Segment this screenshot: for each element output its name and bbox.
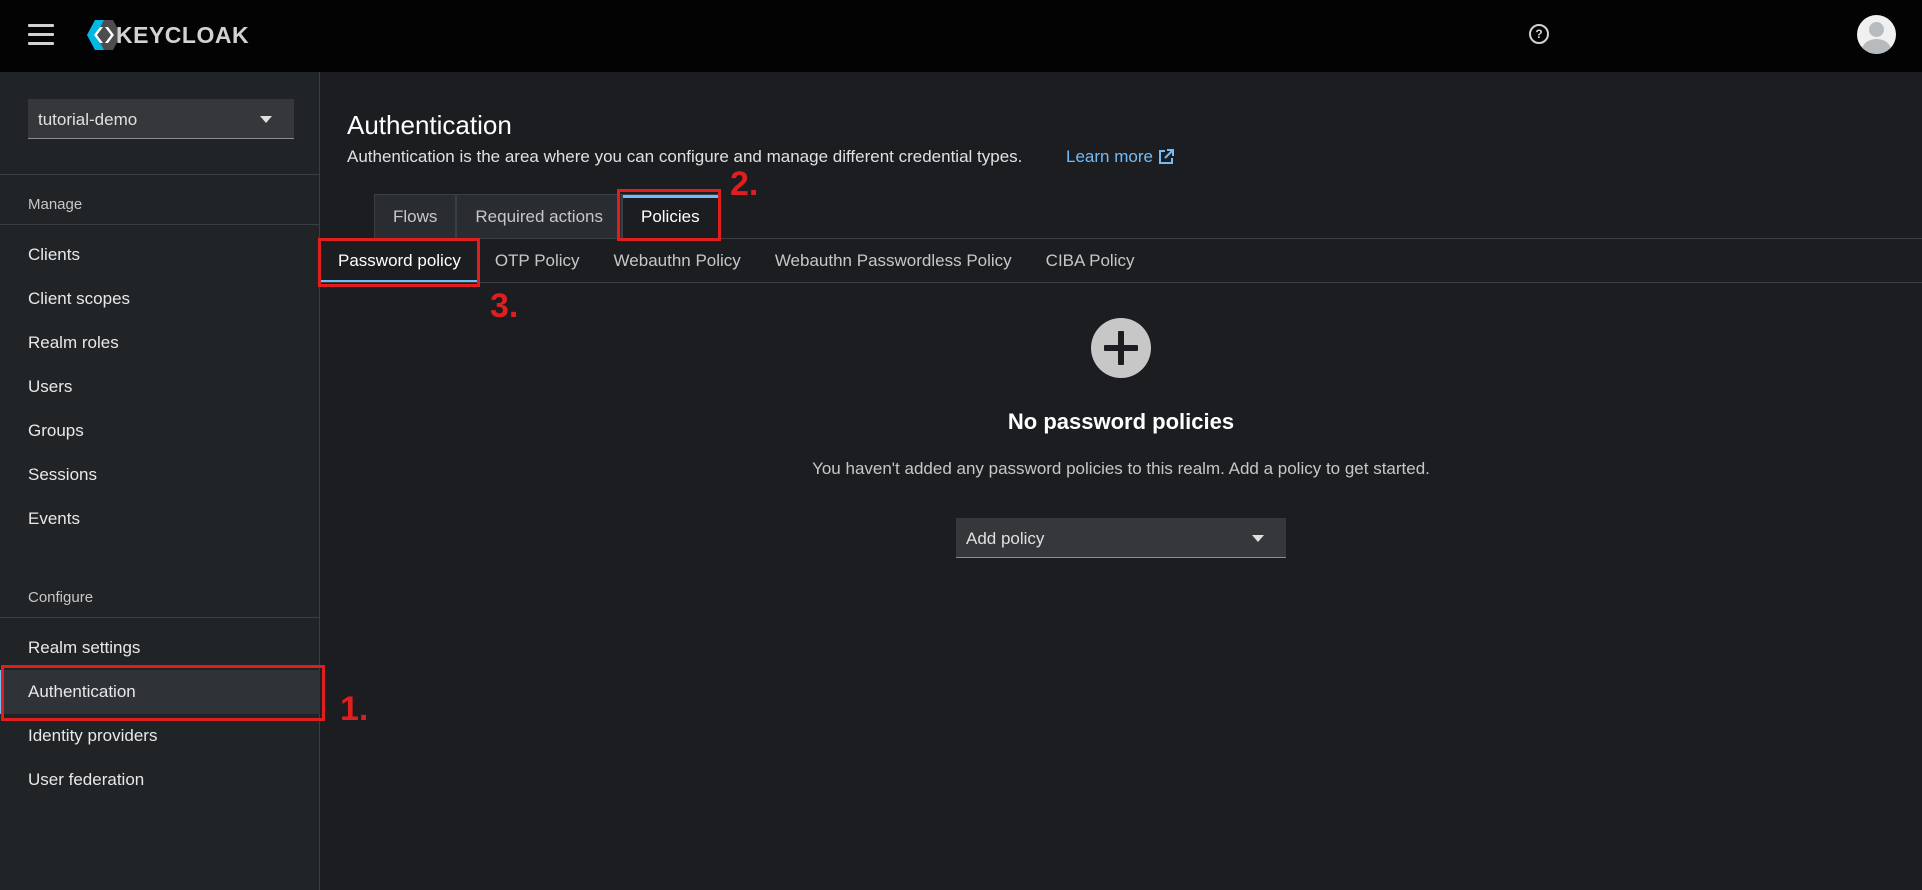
sidebar-item-label: Clients bbox=[28, 245, 80, 264]
page-description: Authentication is the area where you can… bbox=[347, 147, 1023, 166]
add-circle-icon bbox=[1091, 318, 1151, 378]
subtab-password-policy[interactable]: Password policy bbox=[321, 239, 478, 283]
sidebar-item-realm-roles[interactable]: Realm roles bbox=[0, 321, 320, 365]
sidebar-item-users[interactable]: Users bbox=[0, 365, 320, 409]
sidebar-divider bbox=[0, 174, 320, 175]
subtabs: Password policy OTP Policy Webauthn Poli… bbox=[321, 239, 1151, 283]
sidebar-item-label: Identity providers bbox=[28, 726, 158, 745]
annotation-number-2: 2. bbox=[730, 165, 759, 203]
masthead: KEYCLOAK ? bbox=[0, 0, 1922, 72]
user-avatar[interactable] bbox=[1857, 15, 1896, 54]
sidebar-item-label: Realm settings bbox=[28, 638, 141, 657]
tab-policies[interactable]: Policies bbox=[621, 194, 719, 238]
sidebar-item-realm-settings[interactable]: Realm settings bbox=[0, 626, 320, 670]
sidebar-item-identity-providers[interactable]: Identity providers bbox=[0, 714, 320, 758]
sidebar-item-groups[interactable]: Groups bbox=[0, 409, 320, 453]
tab-flows[interactable]: Flows bbox=[374, 194, 457, 238]
subtab-webauthn-passwordless-policy[interactable]: Webauthn Passwordless Policy bbox=[758, 239, 1029, 283]
subtab-otp-policy[interactable]: OTP Policy bbox=[478, 239, 597, 283]
subtab-webauthn-policy[interactable]: Webauthn Policy bbox=[597, 239, 758, 283]
sidebar-item-label: Groups bbox=[28, 421, 84, 440]
sidebar-divider bbox=[0, 224, 320, 225]
sidebar-divider bbox=[0, 617, 320, 618]
sidebar-item-user-federation[interactable]: User federation bbox=[0, 758, 320, 802]
add-policy-select[interactable]: Add policy bbox=[956, 518, 1286, 558]
sidebar-item-label: Users bbox=[28, 377, 73, 396]
sidebar-item-clients[interactable]: Clients bbox=[0, 233, 320, 277]
add-policy-label: Add policy bbox=[966, 529, 1045, 548]
subtabs-divider bbox=[321, 282, 1922, 283]
help-icon[interactable]: ? bbox=[1529, 24, 1549, 44]
sidebar-item-label: Events bbox=[28, 509, 80, 528]
hamburger-menu-icon[interactable] bbox=[28, 24, 54, 46]
sidebar-item-label: Client scopes bbox=[28, 289, 131, 308]
learn-more-label: Learn more bbox=[1066, 147, 1153, 166]
realm-selector-value: tutorial-demo bbox=[38, 110, 138, 129]
external-link-icon bbox=[1158, 149, 1174, 164]
sidebar-item-label: User federation bbox=[28, 770, 145, 789]
sidebar-item-sessions[interactable]: Sessions bbox=[0, 453, 320, 497]
nav-group-manage: Manage bbox=[28, 196, 83, 213]
sidebar-item-label: Sessions bbox=[28, 465, 97, 484]
tabs: Flows Required actions Policies bbox=[374, 194, 719, 238]
annotation-number-1: 1. bbox=[340, 690, 369, 728]
learn-more-link[interactable]: Learn more bbox=[1066, 147, 1174, 167]
realm-selector[interactable]: tutorial-demo bbox=[28, 99, 294, 139]
sidebar-item-events[interactable]: Events bbox=[0, 497, 320, 541]
keycloak-logo[interactable]: KEYCLOAK bbox=[86, 18, 249, 52]
sidebar: tutorial-demo Manage Clients Client scop… bbox=[0, 72, 320, 890]
logo-text: KEYCLOAK bbox=[116, 21, 250, 48]
caret-down-icon bbox=[260, 116, 272, 123]
empty-state-title: No password policies bbox=[1007, 409, 1235, 434]
page-title: Authentication bbox=[347, 110, 512, 140]
empty-state-body: You haven't added any password policies … bbox=[812, 459, 1430, 478]
nav-group-configure: Configure bbox=[28, 589, 94, 606]
sidebar-item-label: Realm roles bbox=[28, 333, 119, 352]
annotation-number-3: 3. bbox=[490, 287, 519, 325]
subtab-ciba-policy[interactable]: CIBA Policy bbox=[1029, 239, 1152, 283]
tab-required-actions[interactable]: Required actions bbox=[456, 194, 622, 238]
sidebar-item-label: Authentication bbox=[28, 682, 136, 701]
sidebar-item-authentication[interactable]: Authentication bbox=[0, 670, 320, 714]
caret-down-icon bbox=[1252, 535, 1264, 542]
sidebar-item-client-scopes[interactable]: Client scopes bbox=[0, 277, 320, 321]
